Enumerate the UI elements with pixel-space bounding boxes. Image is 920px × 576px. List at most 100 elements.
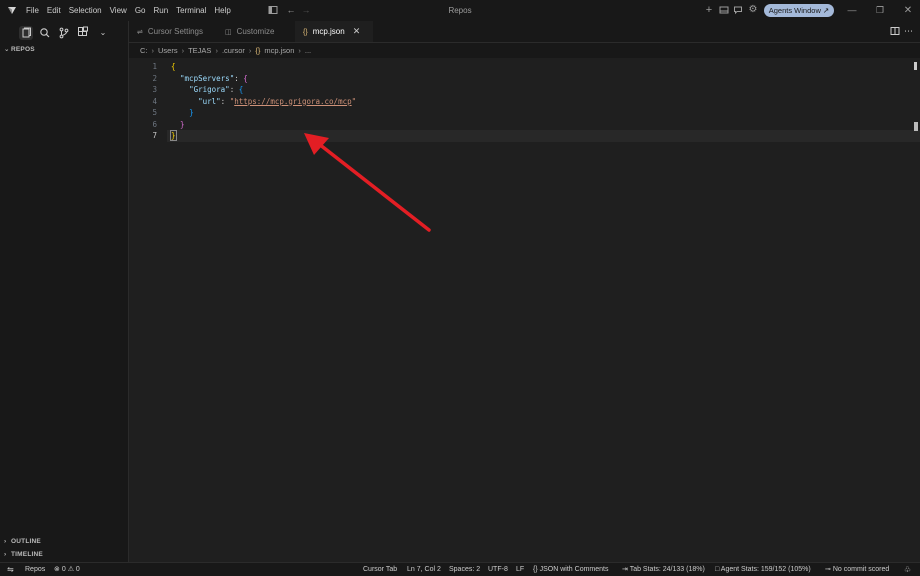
line-number: 6 [152, 119, 157, 129]
panel-layout-icon[interactable] [719, 5, 729, 15]
code-line: "url": "https://mcp.grigora.co/mcp" [198, 96, 357, 106]
tab-cursor-settings[interactable]: ⇌ Cursor Settings [135, 21, 223, 42]
error-icon: ⊗ [54, 566, 60, 573]
tab-label: Cursor Settings [147, 27, 204, 36]
more-actions-icon[interactable]: ⋯ [904, 21, 913, 42]
warning-icon: ⚠ [67, 566, 74, 573]
more-views-chevron-down-icon[interactable]: ⌄ [96, 26, 110, 40]
line-number: 3 [152, 85, 157, 94]
breadcrumb-drive[interactable]: C: [140, 46, 148, 55]
annotation-arrow [304, 133, 431, 232]
toggle-sidebar-icon[interactable] [268, 5, 278, 15]
chevron-right-icon: › [151, 46, 155, 55]
commit-icon: ⊸ [825, 566, 831, 573]
outline-section-header[interactable]: › OUTLINE [4, 538, 41, 545]
title-bar: File Edit Selection View Go Run Terminal… [0, 0, 920, 21]
minimap-cursor-marker [914, 122, 918, 131]
minimize-icon[interactable]: — [838, 0, 866, 21]
url-link[interactable]: https://mcp.grigora.co/mcp [234, 97, 351, 106]
tab-mcp-json[interactable]: {} mcp.json ✕ [295, 21, 373, 42]
encoding[interactable]: UTF-8 [488, 563, 508, 576]
menu-view[interactable]: View [106, 0, 131, 21]
json-key-mcpservers: "mcpServers" [180, 73, 235, 83]
menu-terminal[interactable]: Terminal [172, 0, 210, 21]
repos-section-header[interactable]: ⌄REPOS [4, 45, 35, 53]
breadcrumb-user[interactable]: TEJAS [188, 46, 211, 55]
settings-gear-icon[interactable]: ⚙ [748, 5, 758, 15]
restore-icon[interactable]: ❐ [866, 0, 894, 21]
settings-icon: ⇌ [137, 29, 143, 36]
notifications-bell-icon[interactable]: ♧ [904, 563, 911, 576]
agent-stats-label: Agent Stats: 159/152 (105%) [720, 566, 811, 573]
breadcrumb-symbol[interactable]: ... [305, 46, 311, 55]
editor-tabs: ⇌ Cursor Settings ◫ Customize {} mcp.json ✕ … [129, 21, 920, 43]
timeline-section-header[interactable]: › TIMELINE [4, 551, 43, 558]
status-bar: ⇋ Repos ⊗ 0 ⚠ 0 Cursor Tab Ln 7, Col 2 S… [0, 562, 920, 576]
breadcrumb-cursor-folder[interactable]: .cursor [222, 46, 245, 55]
forward-arrow-icon[interactable]: → [301, 5, 311, 15]
agents-window-button[interactable]: Agents Window ↗ [764, 4, 834, 17]
close-tab-icon[interactable]: ✕ [353, 21, 361, 42]
breadcrumb-file[interactable]: mcp.json [264, 46, 294, 55]
close-window-icon[interactable]: ✕ [894, 0, 920, 21]
problems-indicator[interactable]: ⊗ 0 ⚠ 0 [54, 563, 80, 576]
chevron-right-icon: › [4, 551, 7, 558]
agent-stats[interactable]: □ Agent Stats: 159/152 (105%) [715, 563, 811, 576]
outline-section-label: OUTLINE [11, 538, 41, 545]
tab-stats[interactable]: ⇥ Tab Stats: 24/133 (18%) [622, 563, 705, 576]
explorer-files-icon[interactable] [19, 26, 33, 40]
chat-icon[interactable] [733, 5, 743, 15]
code-line: } [189, 108, 194, 117]
language-mode[interactable]: {} JSON with Comments [533, 563, 609, 576]
menu-file[interactable]: File [22, 0, 43, 21]
agent-stats-icon: □ [715, 566, 720, 573]
error-count: 0 [61, 566, 66, 573]
language-label: JSON with Comments [539, 566, 609, 573]
search-icon[interactable] [38, 26, 52, 40]
code-line: "mcpServers": { [180, 73, 248, 83]
remote-indicator-icon[interactable]: ⇋ [7, 563, 14, 576]
timeline-section-label: TIMELINE [11, 551, 43, 558]
tab-stats-icon: ⇥ [622, 566, 628, 573]
line-number: 1 [152, 62, 157, 71]
scrollbar-thumb[interactable] [914, 62, 917, 70]
new-agent-plus-icon[interactable]: + [704, 5, 714, 16]
code-editor[interactable]: 1 2 3 4 5 6 7 { "mcpServers": { "Grigora… [129, 58, 920, 562]
customize-icon: ◫ [225, 29, 232, 36]
commit-score[interactable]: ⊸ No commit scored [825, 563, 889, 576]
workspace-name[interactable]: Repos [25, 563, 45, 576]
line-number-gutter: 1 2 3 4 5 6 7 [129, 61, 157, 142]
source-control-icon[interactable] [57, 26, 71, 40]
chevron-right-icon: › [215, 46, 218, 55]
menu-selection[interactable]: Selection [65, 0, 106, 21]
extensions-icon[interactable] [76, 26, 90, 40]
chevron-right-icon: › [181, 46, 185, 55]
json-braces-icon: {} [533, 566, 538, 573]
line-number: 2 [152, 73, 157, 83]
breadcrumb: C: › Users › TEJAS › .cursor ›{} mcp.json ›... [140, 45, 311, 57]
end-of-line[interactable]: LF [516, 563, 524, 576]
menu-help[interactable]: Help [210, 0, 234, 21]
json-key-url: "url" [198, 96, 221, 106]
indentation[interactable]: Spaces: 2 [449, 563, 480, 576]
split-editor-icon[interactable] [890, 26, 900, 36]
cursor-logo-icon [8, 7, 16, 14]
text-cursor [175, 131, 177, 141]
line-number: 4 [152, 96, 157, 106]
tab-stats-label: Tab Stats: 24/133 (18%) [629, 566, 705, 573]
breadcrumb-users[interactable]: Users [158, 46, 178, 55]
json-braces-icon: {} [255, 46, 261, 55]
cursor-position[interactable]: Ln 7, Col 2 [407, 563, 441, 576]
code-line: { [171, 62, 176, 71]
chevron-right-icon: › [4, 538, 7, 545]
json-braces-icon: {} [303, 29, 308, 36]
menu-go[interactable]: Go [131, 0, 150, 21]
back-arrow-icon[interactable]: ← [286, 5, 296, 15]
chevron-right-icon: › [248, 46, 252, 55]
cursor-tab-status[interactable]: Cursor Tab [363, 563, 397, 576]
line-number-current: 7 [152, 131, 157, 140]
code-line: "Grigora": { [189, 85, 244, 94]
menu-edit[interactable]: Edit [43, 0, 65, 21]
menu-run[interactable]: Run [149, 0, 172, 21]
tab-customize[interactable]: ◫ Customize [225, 21, 295, 42]
